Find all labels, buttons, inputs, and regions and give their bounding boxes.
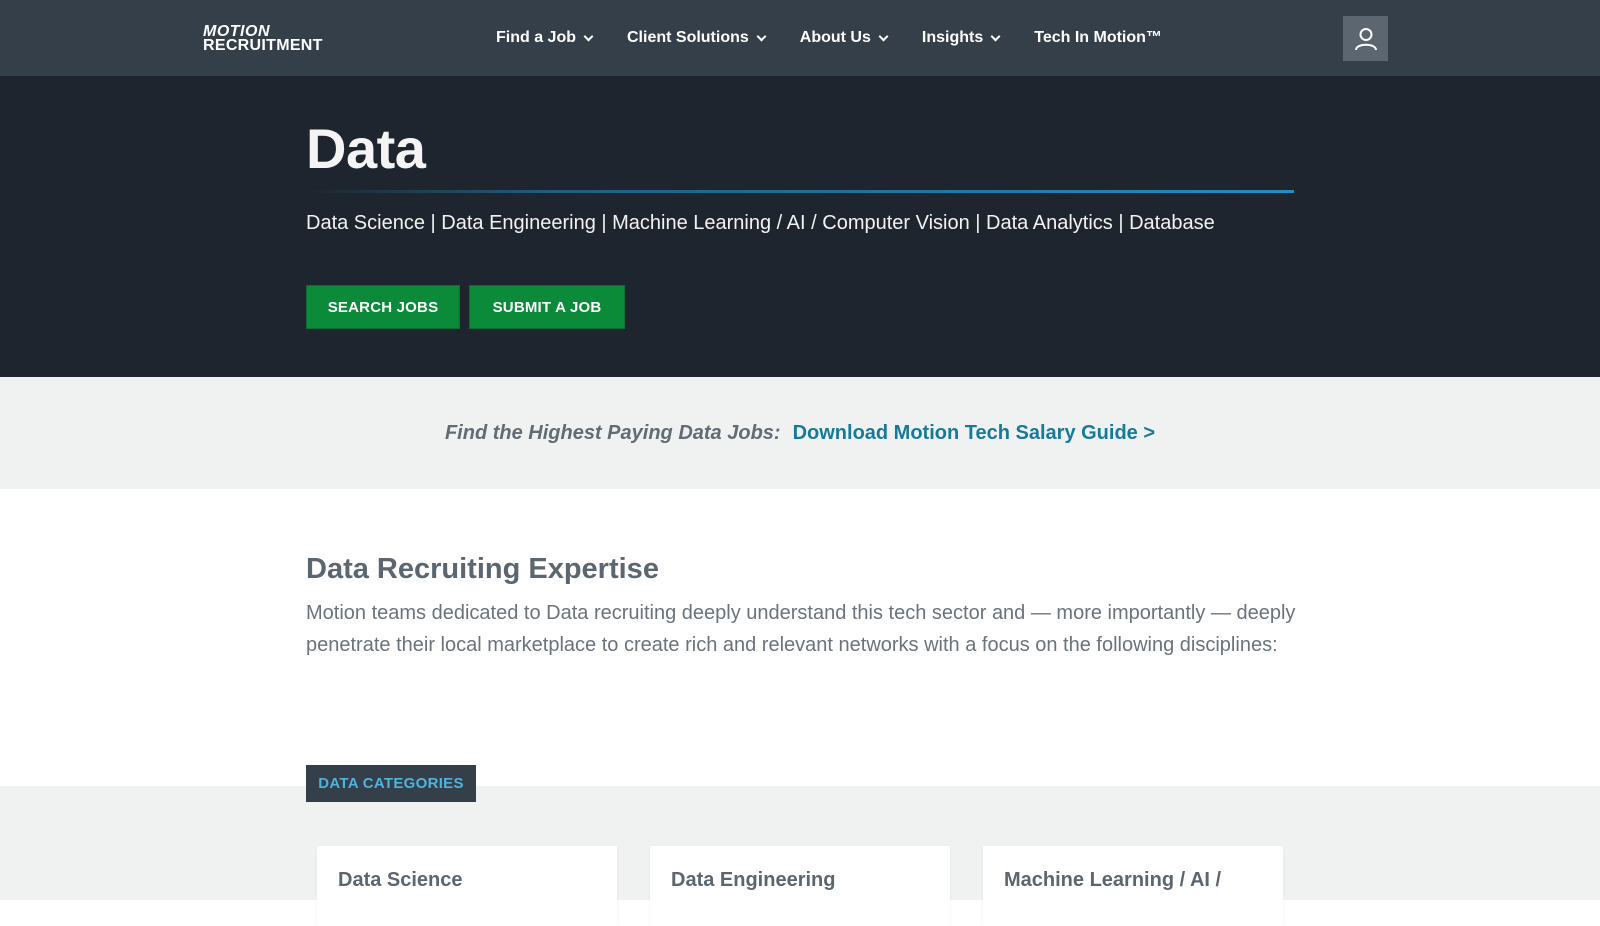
- hero-section: Data Data Science | Data Engineering | M…: [0, 76, 1600, 377]
- motion-recruitment-logo[interactable]: MOTION RECRUITMENT: [203, 24, 323, 54]
- nav-about-us[interactable]: About Us: [799, 29, 889, 47]
- nav-client-solutions[interactable]: Client Solutions: [627, 29, 767, 47]
- card-title: Data Engineering: [671, 869, 836, 891]
- user-icon: [1354, 27, 1377, 50]
- page-title: Data: [306, 117, 426, 180]
- banner-question: Find the Highest Paying Data Jobs:: [444, 421, 781, 444]
- expertise-heading: Data Recruiting Expertise: [306, 553, 659, 585]
- category-card-machine-learning[interactable]: Machine Learning / AI /: [983, 846, 1283, 926]
- card-title: Data Science: [338, 869, 463, 891]
- data-categories-tag: DATA CATEGORIES: [306, 765, 476, 802]
- nav-label: Tech In Motion™: [1034, 29, 1162, 46]
- hero-subtitle: Data Science | Data Engineering | Machin…: [306, 212, 1215, 234]
- main-nav: Find a Job Client Solutions About Us Ins…: [496, 0, 1162, 76]
- category-card-data-science[interactable]: Data Science: [317, 846, 617, 926]
- top-navigation-bar: MOTION RECRUITMENT Find a Job Client Sol…: [0, 0, 1600, 76]
- submit-a-job-button[interactable]: SUBMIT A JOB: [469, 285, 625, 329]
- nav-label: Insights: [921, 29, 984, 46]
- nav-label: About Us: [799, 29, 871, 46]
- chevron-down-icon: [990, 31, 1001, 41]
- nav-label: Find a Job: [496, 29, 576, 46]
- title-divider: [306, 190, 1294, 193]
- nav-insights[interactable]: Insights: [921, 29, 1001, 47]
- chevron-down-icon: [756, 31, 767, 41]
- nav-label: Client Solutions: [627, 29, 749, 46]
- salary-guide-link[interactable]: Download Motion Tech Salary Guide >: [793, 422, 1155, 445]
- card-title: Machine Learning / AI /: [1004, 869, 1222, 891]
- nav-tech-in-motion[interactable]: Tech In Motion™: [1034, 29, 1162, 47]
- logo-line-2: RECRUITMENT: [203, 37, 323, 54]
- nav-find-a-job[interactable]: Find a Job: [496, 29, 594, 47]
- chevron-down-icon: [878, 31, 889, 41]
- expertise-description: Motion teams dedicated to Data recruitin…: [306, 602, 1296, 656]
- chevron-down-icon: [583, 31, 594, 41]
- salary-guide-banner: Find the Highest Paying Data Jobs: Downl…: [0, 377, 1600, 489]
- search-jobs-button[interactable]: SEARCH JOBS: [306, 285, 460, 329]
- user-account-button[interactable]: [1343, 16, 1388, 61]
- category-card-data-engineering[interactable]: Data Engineering: [650, 846, 950, 926]
